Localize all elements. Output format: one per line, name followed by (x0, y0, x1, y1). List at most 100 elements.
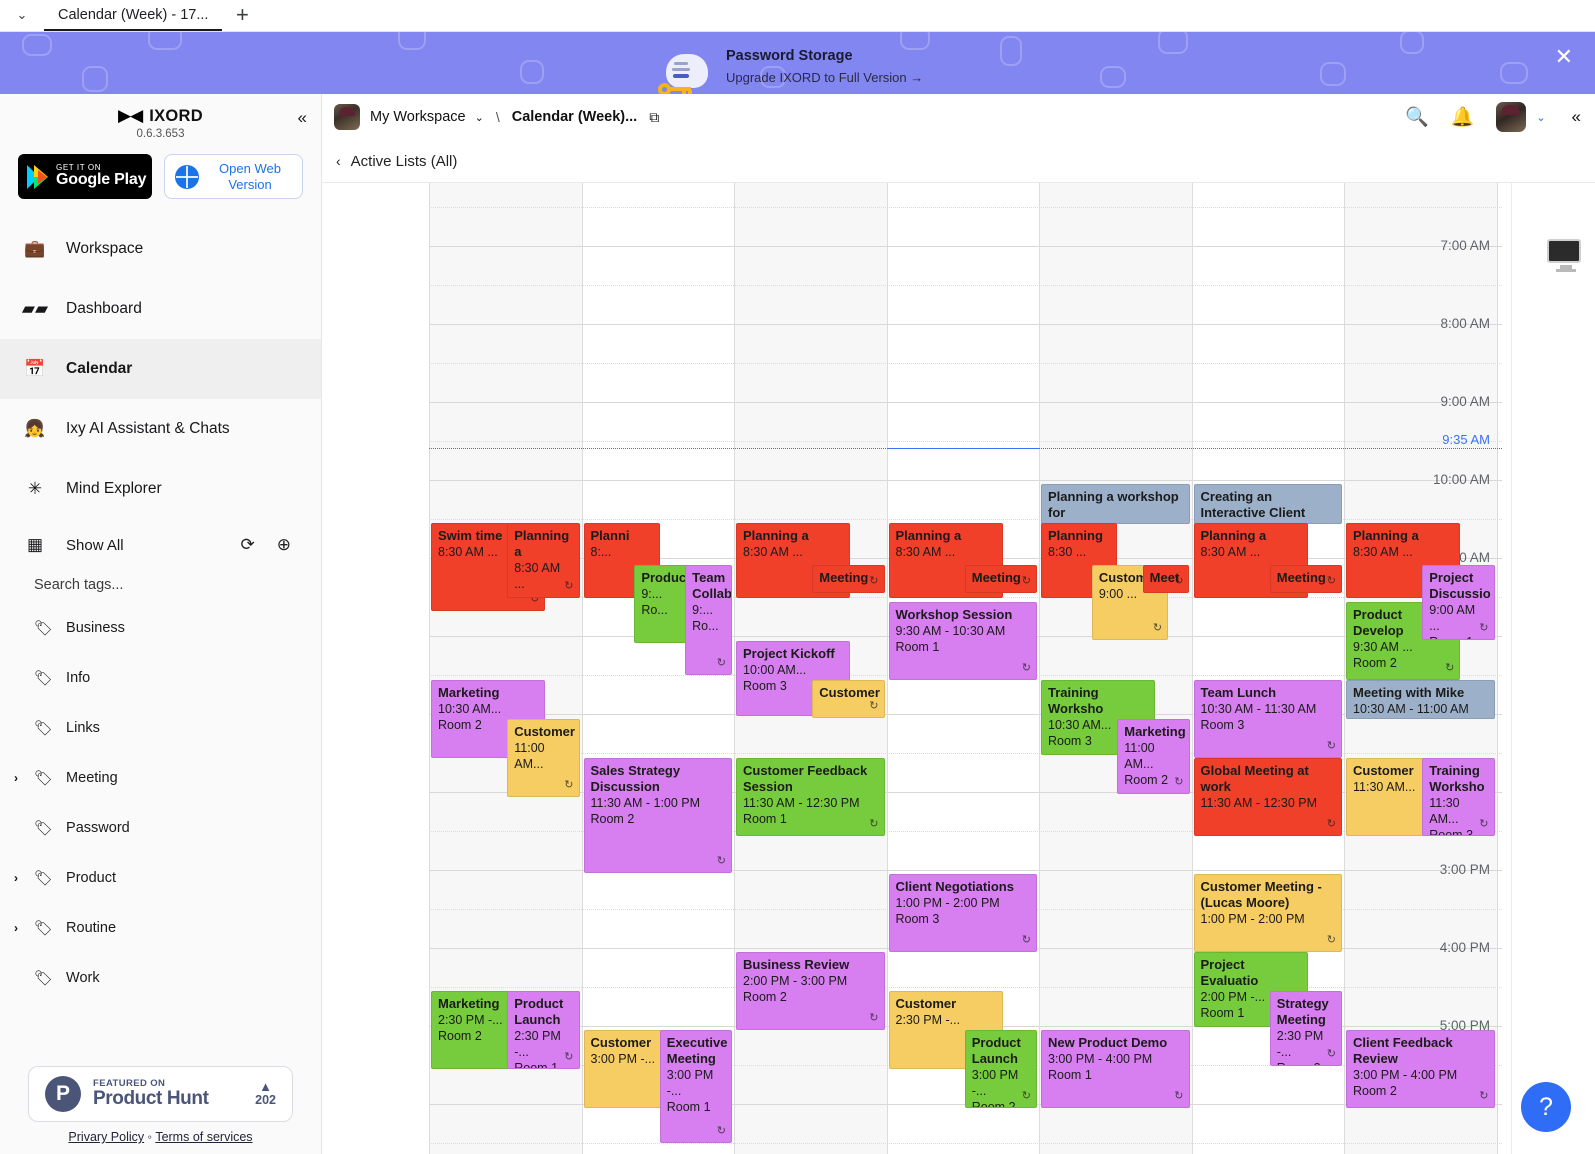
event-time: 8:30 AM ... (1200, 545, 1261, 559)
calendar-event[interactable]: Marketing 11:00 AM... Room 2 ↻ (1117, 719, 1190, 794)
event-title: Project Kickoff (743, 646, 835, 661)
calendar-event[interactable]: Executive Meeting 3:00 PM -... Room 1 ↻ (659, 1030, 732, 1143)
hour-gridline (429, 324, 1502, 325)
calendar-event[interactable]: Team Lunch 10:30 AM - 11:30 AM Room 3 ↻ (1193, 680, 1342, 758)
search-icon[interactable]: 🔍 (1405, 105, 1429, 129)
app-shell: ▶◀ IXORD « 0.6.3.653 GET IT ON Google Pl… (0, 94, 1595, 1154)
recurring-event-icon: ↻ (1445, 662, 1455, 674)
event-time: 10:30 AM... (438, 702, 502, 716)
plus-circle-icon[interactable]: ⊕ (277, 535, 291, 555)
tag-item-routine[interactable]: › 🏷 Routine (0, 903, 321, 953)
tag-item-work[interactable]: 🏷 Work (0, 953, 321, 1003)
sidebar-item-mind-explorer[interactable]: ✳ Mind Explorer (0, 459, 321, 519)
event-time: 10:00 AM... (743, 663, 807, 677)
hour-gridline (429, 480, 1502, 481)
right-rail (1511, 183, 1595, 1154)
terms-of-services-link[interactable]: Terms of services (155, 1130, 252, 1144)
event-title: Project Discussio (1429, 570, 1491, 601)
calendar-event[interactable]: Customer Feedback Session 11:30 AM - 12:3… (736, 758, 885, 836)
calendar-event[interactable]: Product Launch 3:00 PM -... Room 2 ↻ (964, 1030, 1037, 1108)
calendar-event[interactable]: Sales Strategy Discussion 11:30 AM - 1:00… (583, 758, 732, 873)
new-tab-button[interactable]: + (222, 0, 262, 31)
hour-label: 8:00 AM (1440, 316, 1490, 331)
recurring-event-icon: ↻ (564, 779, 574, 791)
back-chevron-left-icon[interactable]: ‹ (336, 153, 341, 169)
tag-item-links[interactable]: 🏷 Links (0, 703, 321, 753)
workspace-avatar[interactable] (334, 104, 360, 130)
sidebar-collapse-icon[interactable]: « (298, 108, 307, 128)
calendar-event[interactable]: Meeting ↻ (1269, 565, 1342, 593)
chevron-right-icon[interactable]: › (14, 771, 18, 785)
banner-upgrade-link[interactable]: Upgrade IXORD to Full Version → (726, 68, 923, 88)
search-tags-input[interactable]: Search tags... (0, 571, 321, 603)
sidebar-item-calendar[interactable]: 📅 Calendar (0, 339, 321, 399)
google-play-button[interactable]: GET IT ON Google Play (18, 154, 152, 199)
calendar-event[interactable]: Meeting ↻ (812, 565, 885, 593)
open-web-version-button[interactable]: Open Web Version (164, 154, 303, 199)
calendar-event[interactable]: Global Meeting at work 11:30 AM - 12:30 P… (1193, 758, 1342, 836)
browser-tab[interactable]: Calendar (Week) - 17... (44, 0, 223, 31)
calendar-event[interactable]: Project Discussio9:00 AM ...Room 1↻ (1422, 565, 1495, 640)
sidebar-item-ixy-ai[interactable]: 👧 Ixy AI Assistant & Chats (0, 399, 321, 459)
calendar-event[interactable]: Customer 11:00 AM... ↻ (507, 719, 580, 797)
calendar-event[interactable]: Customer Meeting - (Lucas Moore) 1:00 PM … (1193, 874, 1342, 952)
event-time: 8:30 ... (1048, 545, 1087, 559)
calendar-event[interactable]: Meet ↻ (1142, 565, 1190, 593)
calendar-event[interactable]: Client Negotiations 1:00 PM - 2:00 PM Room… (888, 874, 1037, 952)
monitor-icon[interactable] (1547, 239, 1585, 273)
user-menu-chevron-down-icon[interactable]: ⌄ (1536, 111, 1545, 124)
chevron-right-icon[interactable]: › (14, 921, 18, 935)
workspace-name[interactable]: My Workspace (370, 109, 466, 125)
tag-item-password[interactable]: 🏷 Password (0, 803, 321, 853)
calendar-event[interactable]: New Product Demo 3:00 PM - 4:00 PM Room 1 ↻ (1041, 1030, 1190, 1108)
calendar-event[interactable]: Training Worksho 11:30 AM... Room 3 ↻ (1422, 758, 1495, 836)
calendar-event[interactable]: Creating an Interactive Client (1193, 484, 1342, 524)
sidebar-item-workspace[interactable]: 💼 Workspace (0, 219, 321, 279)
tag-icon: 🏷 (34, 670, 54, 687)
browser-tab-title: Calendar (Week) - 17... (58, 6, 209, 23)
banner-close-icon[interactable]: ✕ (1555, 46, 1573, 68)
privacy-policy-link[interactable]: Privary Policy (68, 1130, 144, 1144)
tag-item-product[interactable]: › 🏷 Product (0, 853, 321, 903)
tag-item-meeting[interactable]: › 🏷 Meeting (0, 753, 321, 803)
calendar-viewport[interactable]: 7:00 AM8:00 AM9:00 AM10:00 AM11:00 AM12:… (322, 182, 1595, 1154)
calendar-event[interactable]: Meeting with Mike 10:30 AM - 11:00 AM (1346, 680, 1495, 719)
tag-item-info[interactable]: 🏷 Info (0, 653, 321, 703)
event-time: 1:00 PM - 2:00 PM (895, 896, 1000, 910)
chevron-down-icon[interactable]: ⌄ (475, 111, 484, 124)
calendar-event[interactable]: Planning a workshop for (1041, 484, 1190, 524)
calendar-event[interactable]: Customer ↻ (812, 680, 885, 718)
tag-item-business[interactable]: 🏷 Business (0, 603, 321, 653)
show-all-row[interactable]: ▦ Show All ⟳ ⊕ (0, 519, 321, 571)
recurring-event-icon: ↻ (1021, 662, 1031, 674)
event-time: 2:00 PM - 3:00 PM (743, 974, 848, 988)
calendar-event[interactable]: Planning a8:30 AM ...↻ (507, 523, 580, 598)
event-time: 9:30 AM - 10:30 AM (895, 624, 1006, 638)
calendar-event[interactable]: Workshop Session 9:30 AM - 10:30 AM Room 1… (888, 602, 1037, 680)
active-lists-title[interactable]: Active Lists (All) (351, 153, 458, 170)
event-title: Planni (590, 528, 630, 543)
calendar-event[interactable]: Client Feedback Review 3:00 PM - 4:00 PM R… (1346, 1030, 1495, 1108)
day-column-divider (1344, 183, 1345, 1154)
sidebar-item-dashboard[interactable]: ▰▰ Dashboard (0, 279, 321, 339)
half-hour-gridline (429, 1143, 1502, 1144)
right-panel-collapse-icon[interactable]: « (1572, 107, 1581, 127)
notification-bell-icon[interactable]: 🔔 (1451, 105, 1475, 129)
refresh-icon[interactable]: ⟳ (241, 535, 255, 555)
tab-list-chevron-down-icon[interactable]: ⌄ (0, 0, 44, 31)
external-link-icon[interactable]: ⧉ (649, 109, 659, 126)
event-title: Customer Meeting - (Lucas Moore) (1200, 879, 1322, 910)
calendar-event[interactable]: Team Collab 9:... Ro... ↻ (685, 565, 732, 675)
event-title: Customer Feedback Session (743, 763, 868, 794)
chevron-right-icon[interactable]: › (14, 871, 18, 885)
calendar-event[interactable]: Meeting ↻ (964, 565, 1037, 593)
sidebar-nav: 💼 Workspace ▰▰ Dashboard 📅 Calendar 👧 Ix… (0, 219, 321, 519)
tag-icon: 🏷 (34, 820, 54, 837)
calendar-event[interactable]: Product Launch 2:30 PM -... Room 1 ↻ (507, 991, 580, 1069)
product-hunt-badge[interactable]: P FEATURED ON Product Hunt ▲ 202 (28, 1066, 293, 1122)
avatar[interactable] (1496, 102, 1527, 132)
calendar-event[interactable]: Strategy Meeting2:30 PM -...Room 2↻ (1269, 991, 1342, 1066)
calendar-event[interactable]: Business Review 2:00 PM - 3:00 PM Room 2 ↻ (736, 952, 885, 1030)
event-title: Planning a (1200, 528, 1267, 543)
help-button[interactable]: ? (1521, 1082, 1571, 1132)
